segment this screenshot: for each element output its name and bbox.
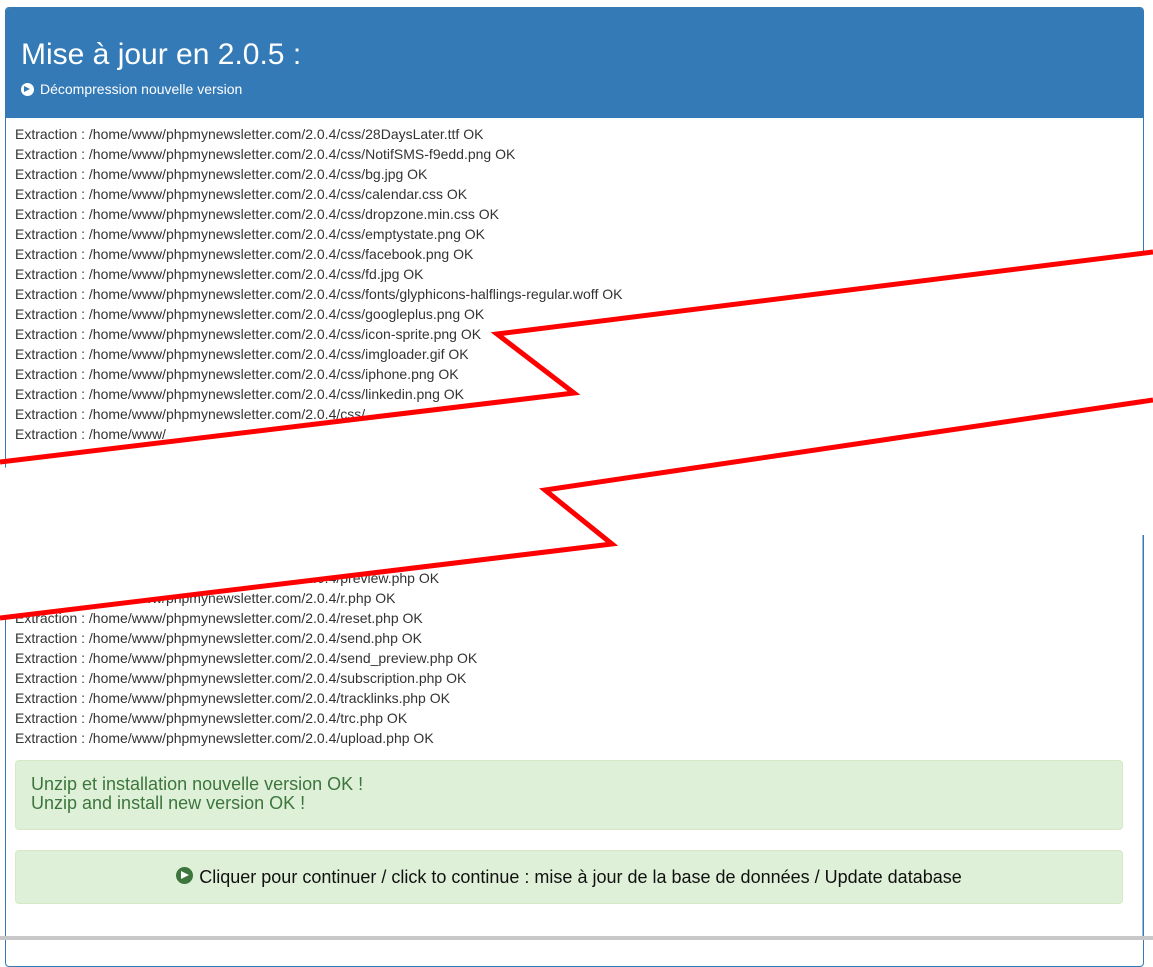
- log-line: Extraction : /home/www/phpmynewsletter.c…: [15, 146, 516, 162]
- log-line: Extraction : /home/www/phpmynewsletter.c…: [15, 690, 450, 706]
- log-line: Extraction : /home/www/phpmynewsletter.c…: [15, 186, 468, 202]
- extraction-log-bottom: Extraction : /home/www/phpmynewsletter.c…: [15, 568, 477, 748]
- log-line: Extraction : /home/www/phpmynewsletter.c…: [15, 386, 464, 402]
- circle-arrow-right-icon: [176, 866, 194, 884]
- log-line: Extraction : /home/www/phpmynewsletter.c…: [15, 730, 434, 746]
- log-line: Extraction : /home/www/phpmynewsletter.c…: [15, 610, 423, 626]
- extraction-log-top: Extraction : /home/www/phpmynewsletter.c…: [15, 124, 622, 444]
- log-line: Extraction : /home/www/: [15, 426, 166, 442]
- success-line-fr: Unzip et installation nouvelle version O…: [31, 774, 364, 794]
- continue-button-label: Cliquer pour continuer / click to contin…: [199, 866, 962, 887]
- log-line: Extraction : /home/www/phpmynewsletter.c…: [15, 126, 484, 142]
- log-line: Extraction : /home/www/phpmynewsletter.c…: [15, 670, 467, 686]
- success-alert: Unzip et installation nouvelle version O…: [15, 760, 1123, 830]
- log-line: Extraction : /home/www/phpmynewsletter.c…: [15, 206, 499, 222]
- log-line: Extraction : /home/www/phpmynewsletter.c…: [15, 246, 474, 262]
- log-line: Extraction : /home/www/phpmynewsletter.c…: [15, 346, 469, 362]
- log-line: Extraction : /home/www/phpmynewsletter.c…: [15, 326, 482, 342]
- log-line: Extraction : /home/www/phpmynewsletter.c…: [15, 286, 623, 302]
- panel-subtitle: Décompression nouvelle version: [21, 81, 1128, 97]
- log-line: Extraction : /home/www/phpmynewsletter.c…: [15, 166, 428, 182]
- subtitle-text: Décompression nouvelle version: [40, 81, 243, 97]
- log-line: Extraction : /home/www/phpmynewsletter.c…: [15, 630, 422, 646]
- log-line: Extraction : /home/www/phpmynewsletter.c…: [15, 650, 478, 666]
- success-line-en: Unzip and install new version OK !: [31, 793, 306, 813]
- bottom-divider: [0, 936, 1153, 940]
- log-line: Extraction : /home/www/phpmynewsletter.c…: [15, 570, 440, 586]
- log-line: Extraction : /home/www/phpmynewsletter.c…: [15, 226, 485, 242]
- log-line: Extraction : /home/www/phpmynewsletter.c…: [15, 590, 396, 606]
- circle-arrow-right-icon: [21, 82, 34, 96]
- log-line: Extraction : /home/www/phpmynewsletter.c…: [15, 306, 485, 322]
- log-line: Extraction : /home/www/phpmynewsletter.c…: [15, 406, 366, 422]
- log-line: Extraction : /home/www/phpmynewsletter.c…: [15, 266, 424, 282]
- page-title: Mise à jour en 2.0.5 :: [21, 38, 302, 71]
- continue-button[interactable]: Cliquer pour continuer / click to contin…: [15, 850, 1123, 904]
- log-line: Extraction : /home/www/phpmynewsletter.c…: [15, 710, 408, 726]
- log-line: Extraction : /home/www/phpmynewsletter.c…: [15, 366, 459, 382]
- panel-header: Mise à jour en 2.0.5 : Décompression nou…: [6, 8, 1143, 118]
